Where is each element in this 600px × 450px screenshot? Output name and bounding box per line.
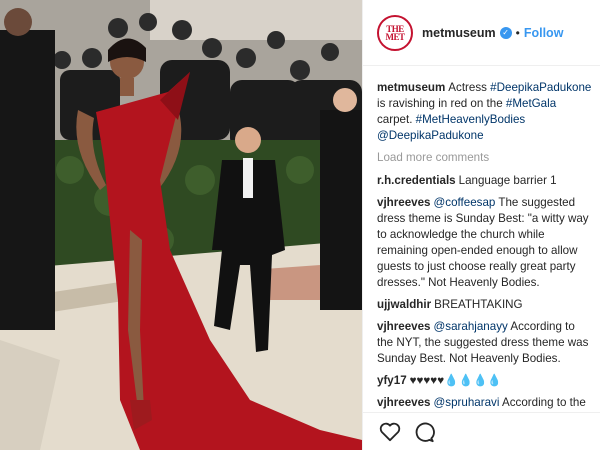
comment-item: r.h.credentials Language barrier 1 — [377, 173, 592, 189]
comment-username[interactable]: yfy17 — [377, 374, 407, 387]
caption-text: carpet. — [377, 113, 416, 126]
hashtag-link[interactable]: #MetHeavenlyBodies — [416, 113, 526, 126]
load-more-comments-button[interactable]: Load more comments — [377, 150, 592, 166]
mention-link[interactable]: @coffeesap — [434, 196, 496, 209]
comment-text: Language barrier 1 — [458, 174, 557, 187]
comment-text: The suggested dress theme is Sunday Best… — [377, 196, 589, 289]
post-photo[interactable] — [0, 0, 362, 450]
caption-text: is ravishing in red on the — [377, 97, 506, 110]
comment-username[interactable]: vjhreeves — [377, 396, 431, 409]
hashtag-link[interactable]: #DeepikaPadukone — [490, 81, 591, 94]
account-username[interactable]: metmuseum — [422, 26, 496, 40]
comment-text: BREATHTAKING — [434, 298, 523, 311]
caption-text: Actress — [448, 81, 491, 94]
comment-item: yfy17 ♥♥♥♥♥💧💧💧💧 — [377, 373, 592, 389]
comment-item: vjhreeves@spruharavi According to the NY… — [377, 395, 592, 410]
comment-text: ♥♥♥♥♥💧💧💧💧 — [409, 374, 502, 387]
hashtag-link[interactable]: #MetGala — [506, 97, 556, 110]
mention-link[interactable]: @DeepikaPadukone — [377, 129, 484, 142]
logo-text-line2: MET — [385, 31, 405, 42]
post-header: THE MET metmuseum ✓ • Follow — [363, 0, 600, 66]
follow-button[interactable]: Follow — [524, 26, 564, 40]
mention-link[interactable]: @spruharavi — [434, 396, 500, 409]
caption-username[interactable]: metmuseum — [377, 81, 445, 94]
comment-username[interactable]: vjhreeves — [377, 196, 431, 209]
photo-illustration — [0, 0, 362, 450]
comment-username[interactable]: vjhreeves — [377, 320, 431, 333]
comment-item: vjhreeves @coffeesap The suggested dress … — [377, 195, 592, 291]
post-side-panel: THE MET metmuseum ✓ • Follow metmuseum Act… — [362, 0, 600, 450]
comment-username[interactable]: r.h.credentials — [377, 174, 456, 187]
post-actions-bar — [363, 412, 600, 450]
separator-dot: • — [515, 25, 520, 40]
comment-icon[interactable] — [413, 421, 435, 443]
comment-item: vjhreeves @sarahjanayy According to the N… — [377, 319, 592, 367]
comment-item: ujjwaldhir BREATHTAKING — [377, 297, 592, 313]
mention-link[interactable]: @sarahjanayy — [434, 320, 508, 333]
verified-badge-icon: ✓ — [499, 26, 512, 39]
met-logo-avatar[interactable]: THE MET — [377, 14, 413, 51]
comment-username[interactable]: ujjwaldhir — [377, 298, 431, 311]
comments-list[interactable]: metmuseum Actress #DeepikaPadukone is rav… — [377, 80, 592, 410]
caption: metmuseum Actress #DeepikaPadukone is rav… — [377, 80, 592, 144]
heart-icon[interactable] — [379, 422, 401, 442]
